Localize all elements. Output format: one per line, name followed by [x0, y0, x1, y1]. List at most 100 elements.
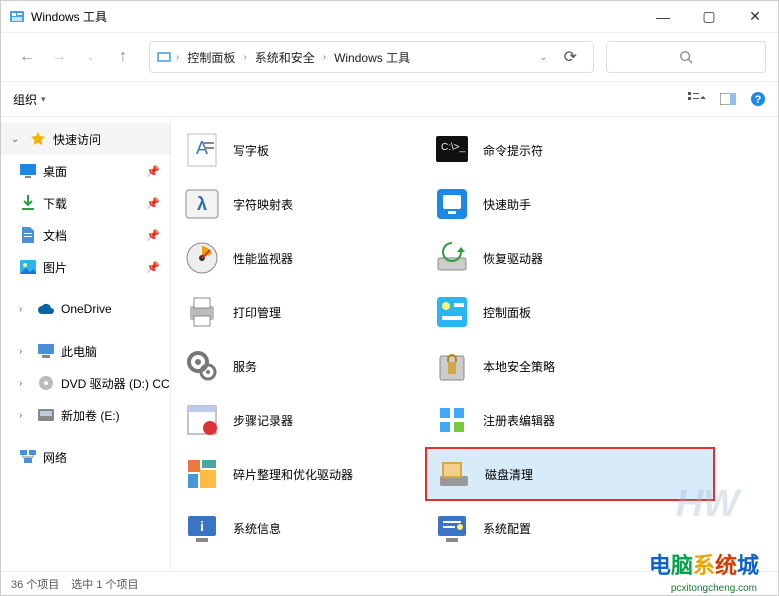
app-item[interactable]: 快速助手: [425, 177, 715, 231]
pin-icon: 📌: [146, 197, 160, 210]
app-icon: [9, 9, 25, 25]
sidebar-new-volume[interactable]: › 新加卷 (E:): [1, 399, 170, 431]
sidebar-network[interactable]: 网络: [1, 441, 170, 473]
back-button[interactable]: ←: [13, 43, 41, 71]
app-label: 步骤记录器: [233, 412, 293, 429]
sidebar-documents[interactable]: 文档 📌: [1, 219, 170, 251]
maximize-button[interactable]: ▢: [686, 1, 732, 33]
view-options-button[interactable]: [688, 92, 706, 106]
breadcrumb-item[interactable]: Windows 工具: [330, 47, 414, 68]
breadcrumb-item[interactable]: 系统和安全: [251, 47, 319, 68]
desktop-icon: [19, 162, 37, 180]
address-dropdown[interactable]: ⌄: [539, 52, 551, 63]
sidebar-downloads[interactable]: 下载 📌: [1, 187, 170, 219]
organize-button[interactable]: 组织 ▾: [13, 91, 46, 108]
disc-icon: [37, 374, 55, 392]
address-bar[interactable]: › 控制面板 › 系统和安全 › Windows 工具 ⌄ ⟳: [149, 41, 594, 73]
app-item[interactable]: 碎片整理和优化驱动器: [175, 447, 425, 501]
app-item[interactable]: i 系统信息: [175, 501, 425, 555]
app-label: 系统配置: [483, 520, 531, 537]
breadcrumb-item[interactable]: 控制面板: [183, 47, 239, 68]
app-icon: λ: [181, 183, 223, 225]
app-label: 服务: [233, 358, 257, 375]
sidebar-desktop[interactable]: 桌面 📌: [1, 155, 170, 187]
items-view: A 写字板 C:\>_ 命令提示符 λ 字符映射表 快速助手性能监视器 恢复驱动器打印管理 控制…: [171, 117, 778, 571]
app-label: 控制面板: [483, 304, 531, 321]
app-item[interactable]: 磁盘清理: [425, 447, 715, 501]
app-item[interactable]: λ 字符映射表: [175, 177, 425, 231]
app-icon: [181, 399, 223, 441]
app-label: 本地安全策略: [483, 358, 555, 375]
app-icon: C:\>_: [431, 129, 473, 171]
app-item[interactable]: 控制面板: [425, 285, 715, 339]
app-icon: A: [181, 129, 223, 171]
chevron-down-icon: ▾: [41, 94, 46, 105]
sidebar-pictures[interactable]: 图片 📌: [1, 251, 170, 283]
svg-text:?: ?: [755, 94, 762, 106]
network-icon: [19, 448, 37, 466]
document-icon: [19, 226, 37, 244]
address-icon: [156, 49, 172, 65]
chevron-right-icon: ›: [19, 304, 31, 315]
refresh-button[interactable]: ⟳: [554, 47, 587, 67]
app-label: 打印管理: [233, 304, 281, 321]
app-icon: i: [181, 507, 223, 549]
preview-pane-button[interactable]: [720, 93, 736, 105]
app-label: 命令提示符: [483, 142, 543, 159]
app-item[interactable]: 本地安全策略: [425, 339, 715, 393]
search-input[interactable]: [606, 41, 766, 73]
pin-icon: 📌: [146, 165, 160, 178]
app-icon: [431, 183, 473, 225]
app-icon: [181, 291, 223, 333]
svg-text:i: i: [200, 518, 204, 534]
minimize-button[interactable]: —: [640, 1, 686, 33]
app-icon: [431, 507, 473, 549]
app-icon: [431, 345, 473, 387]
app-icon: [181, 453, 223, 495]
app-label: 恢复驱动器: [483, 250, 543, 267]
sidebar-onedrive[interactable]: › OneDrive: [1, 293, 170, 325]
pin-icon: 📌: [146, 261, 160, 274]
forward-button[interactable]: →: [45, 43, 73, 71]
chevron-down-icon: ⌄: [11, 134, 23, 145]
navigation-pane: ⌄ 快速访问 桌面 📌 下载 📌 文档 📌 图片: [1, 117, 171, 571]
app-item[interactable]: 性能监视器: [175, 231, 425, 285]
app-item[interactable]: C:\>_ 命令提示符: [425, 123, 715, 177]
pin-icon: 📌: [146, 229, 160, 242]
app-item[interactable]: 注册表编辑器: [425, 393, 715, 447]
up-button[interactable]: ↑: [109, 43, 137, 71]
svg-text:λ: λ: [197, 194, 207, 214]
pc-icon: [37, 342, 55, 360]
close-button[interactable]: ✕: [732, 1, 778, 33]
app-label: 快速助手: [483, 196, 531, 213]
app-label: 碎片整理和优化驱动器: [233, 466, 353, 483]
app-icon: [181, 237, 223, 279]
app-item[interactable]: 步骤记录器: [175, 393, 425, 447]
sidebar-quick-access[interactable]: ⌄ 快速访问: [1, 123, 170, 155]
app-label: 磁盘清理: [485, 466, 533, 483]
app-label: 系统信息: [233, 520, 281, 537]
titlebar: Windows 工具 — ▢ ✕: [1, 1, 778, 33]
help-button[interactable]: ?: [750, 91, 766, 107]
explorer-window: Windows 工具 — ▢ ✕ ← → ⌄ ↑ › 控制面板 › 系统和安全 …: [0, 0, 779, 596]
app-label: 注册表编辑器: [483, 412, 555, 429]
app-item[interactable]: 服务: [175, 339, 425, 393]
app-label: 写字板: [233, 142, 269, 159]
app-item[interactable]: 打印管理: [175, 285, 425, 339]
chevron-right-icon: ›: [321, 52, 328, 63]
app-icon: [433, 453, 475, 495]
command-bar: 组织 ▾ ?: [1, 81, 778, 117]
sidebar-dvd[interactable]: › DVD 驱动器 (D:) CC: [1, 367, 170, 399]
app-item[interactable]: 恢复驱动器: [425, 231, 715, 285]
app-icon: [181, 345, 223, 387]
app-item[interactable]: A 写字板: [175, 123, 425, 177]
app-item[interactable]: 系统配置: [425, 501, 715, 555]
picture-icon: [19, 258, 37, 276]
app-label: 性能监视器: [233, 250, 293, 267]
recent-dropdown[interactable]: ⌄: [77, 43, 105, 71]
drive-icon: [37, 406, 55, 424]
nav-bar: ← → ⌄ ↑ › 控制面板 › 系统和安全 › Windows 工具 ⌄ ⟳: [1, 33, 778, 81]
download-icon: [19, 194, 37, 212]
sidebar-this-pc[interactable]: › 此电脑: [1, 335, 170, 367]
app-label: 字符映射表: [233, 196, 293, 213]
